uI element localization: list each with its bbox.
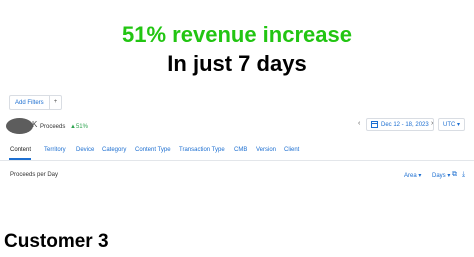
headline-revenue-increase: 51% revenue increase — [122, 22, 352, 47]
bookmark-icon[interactable]: ⧉ — [452, 171, 457, 179]
tab-territory[interactable]: Territory — [44, 147, 66, 153]
metric-delta-badge: ▲51% — [70, 124, 88, 130]
date-next-chevron-icon[interactable]: › — [431, 120, 433, 127]
tab-category[interactable]: Category — [102, 147, 126, 153]
dimension-tabs: Content Territory Device Category Conten… — [0, 144, 474, 161]
date-prev-chevron-icon[interactable]: ‹ — [358, 120, 360, 127]
interval-select[interactable]: Days ▾ — [432, 172, 450, 179]
chart-title: Proceeds per Day — [10, 172, 59, 178]
headline-timeframe: In just 7 days — [167, 51, 307, 76]
metric-value-suffix: K — [32, 120, 38, 129]
tab-version[interactable]: Version — [256, 147, 276, 153]
date-range-picker[interactable]: Dec 12 - 18, 2023 — [366, 118, 434, 131]
customer-caption: Customer 3 — [4, 231, 109, 252]
download-icon[interactable]: ⤓ — [462, 171, 465, 179]
add-filters-control[interactable]: Add Filters + — [9, 95, 63, 110]
add-filter-plus-icon[interactable]: + — [48, 96, 62, 109]
calendar-icon — [371, 121, 378, 128]
tab-content[interactable]: Content — [10, 147, 31, 153]
tab-content-type[interactable]: Content Type — [135, 147, 171, 153]
date-range-label: Dec 12 - 18, 2023 — [381, 121, 429, 128]
redacted-avatar — [6, 118, 33, 134]
tab-device[interactable]: Device — [76, 147, 94, 153]
tab-client[interactable]: Client — [284, 147, 299, 153]
add-filters-button[interactable]: Add Filters — [10, 100, 49, 106]
metric-label: Proceeds — [40, 124, 66, 130]
tab-cmb[interactable]: CMB — [234, 147, 247, 153]
active-tab-indicator — [9, 158, 31, 160]
tab-transaction-type[interactable]: Transaction Type — [179, 147, 225, 153]
timezone-select[interactable]: UTC ▾ — [438, 118, 466, 131]
chart-type-select[interactable]: Area ▾ — [404, 172, 421, 179]
